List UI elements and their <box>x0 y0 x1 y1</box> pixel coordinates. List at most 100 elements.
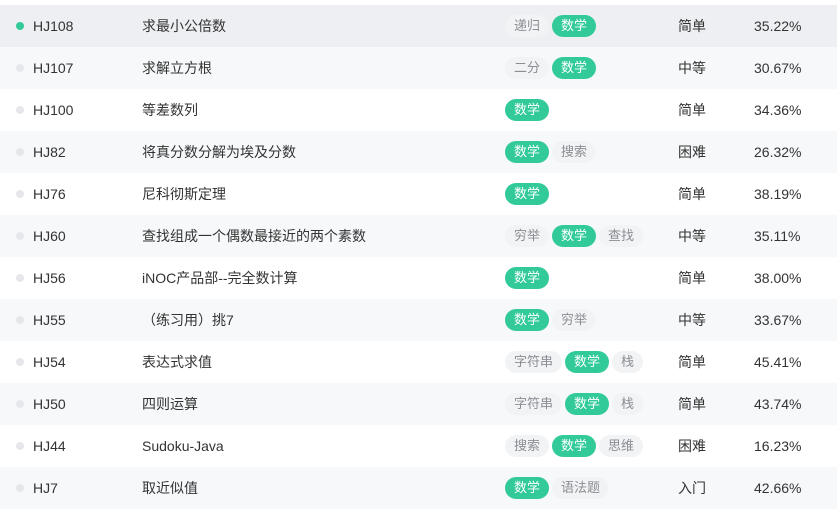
difficulty-label: 简单 <box>678 102 706 118</box>
tag-list: 字符串 数学栈 <box>505 393 644 415</box>
problem-id: HJ7 <box>33 480 58 496</box>
status-dot-icon <box>16 106 24 114</box>
problem-title-link[interactable]: 尼科彻斯定理 <box>142 173 226 215</box>
tag-list: 数学 <box>505 267 550 289</box>
tag-list: 穷举 数学 查找 <box>505 225 644 247</box>
difficulty-label: 简单 <box>678 186 706 202</box>
tag-badge[interactable]: 数学 <box>552 57 597 79</box>
problem-row[interactable]: HJ54 表达式求值 字符串 数学栈 简单 45.41% <box>0 341 837 383</box>
difficulty-label: 简单 <box>678 18 706 34</box>
tag-badge[interactable]: 数学 <box>505 267 550 289</box>
problem-id: HJ55 <box>33 312 66 328</box>
problem-id: HJ82 <box>33 144 66 160</box>
problem-id: HJ50 <box>33 396 66 412</box>
problem-id: HJ56 <box>33 270 66 286</box>
problem-title-link[interactable]: 取近似值 <box>142 467 198 509</box>
tag-badge[interactable]: 数学 <box>505 183 550 205</box>
problem-id: HJ44 <box>33 438 66 454</box>
status-dot-icon <box>16 148 24 156</box>
status-dot-icon <box>16 442 24 450</box>
pass-rate: 30.67% <box>754 60 802 76</box>
tag-badge[interactable]: 数学 <box>552 15 597 37</box>
problem-title-link[interactable]: Sudoku-Java <box>142 425 224 467</box>
status-dot-icon <box>16 232 24 240</box>
difficulty-label: 中等 <box>678 228 706 244</box>
tag-list: 数学 <box>505 183 550 205</box>
problem-id: HJ100 <box>33 102 74 118</box>
status-dot-icon <box>16 484 24 492</box>
tag-badge[interactable]: 栈 <box>612 393 644 415</box>
pass-rate: 43.74% <box>754 396 802 412</box>
difficulty-label: 困难 <box>678 144 706 160</box>
pass-rate: 35.11% <box>754 228 801 244</box>
tag-list: 二分 数学 <box>505 57 597 79</box>
tag-badge[interactable]: 数学 <box>505 141 550 163</box>
problem-title-link[interactable]: （练习用）挑7 <box>142 299 234 341</box>
tag-list: 数学 搜索 <box>505 141 597 163</box>
tag-badge[interactable]: 思维 <box>599 435 644 457</box>
tag-list: 搜索 数学 思维 <box>505 435 644 457</box>
tag-badge[interactable]: 数学 <box>565 393 610 415</box>
tag-badge[interactable]: 搜索 <box>552 141 597 163</box>
problem-title-link[interactable]: 求最小公倍数 <box>142 5 226 47</box>
tag-badge[interactable]: 查找 <box>599 225 644 247</box>
pass-rate: 35.22% <box>754 18 802 34</box>
tag-badge[interactable]: 递归 <box>505 15 550 37</box>
problem-title-link[interactable]: 将真分数分解为埃及分数 <box>142 131 296 173</box>
difficulty-label: 入门 <box>678 480 706 496</box>
tag-badge[interactable]: 数学 <box>505 309 550 331</box>
problem-row[interactable]: HJ107 求解立方根 二分 数学 中等 30.67% <box>0 47 837 89</box>
tag-badge[interactable]: 栈 <box>612 351 644 373</box>
problem-id: HJ107 <box>33 60 74 76</box>
tag-badge[interactable]: 数学 <box>552 225 597 247</box>
pass-rate: 26.32% <box>754 144 802 160</box>
problem-row[interactable]: HJ76 尼科彻斯定理 数学 简单 38.19% <box>0 173 837 215</box>
problem-row[interactable]: HJ60 查找组成一个偶数最接近的两个素数 穷举 数学 查找 中等 35.11% <box>0 215 837 257</box>
problem-title-link[interactable]: 表达式求值 <box>142 341 212 383</box>
difficulty-label: 中等 <box>678 312 706 328</box>
tag-badge[interactable]: 数学 <box>505 477 550 499</box>
problem-row[interactable]: HJ50 四则运算 字符串 数学栈 简单 43.74% <box>0 383 837 425</box>
tag-badge[interactable]: 二分 <box>505 57 550 79</box>
problem-row[interactable]: HJ44 Sudoku-Java 搜索 数学 思维 困难 16.23% <box>0 425 837 467</box>
problem-title-link[interactable]: 求解立方根 <box>142 47 212 89</box>
problem-row[interactable]: HJ55 （练习用）挑7 数学 穷举 中等 33.67% <box>0 299 837 341</box>
difficulty-label: 中等 <box>678 60 706 76</box>
tag-badge[interactable]: 字符串 <box>505 351 563 373</box>
difficulty-label: 简单 <box>678 354 706 370</box>
problem-row[interactable]: HJ100 等差数列 数学 简单 34.36% <box>0 89 837 131</box>
status-dot-icon <box>16 190 24 198</box>
difficulty-label: 困难 <box>678 438 706 454</box>
problem-title-link[interactable]: 查找组成一个偶数最接近的两个素数 <box>142 215 366 257</box>
problem-title-link[interactable]: 等差数列 <box>142 89 198 131</box>
problem-row[interactable]: HJ82 将真分数分解为埃及分数 数学 搜索 困难 26.32% <box>0 131 837 173</box>
tag-badge[interactable]: 数学 <box>505 99 550 121</box>
problem-title-link[interactable]: iNOC产品部--完全数计算 <box>142 257 298 299</box>
status-solved-dot-icon <box>16 22 24 30</box>
problem-id: HJ60 <box>33 228 66 244</box>
tag-badge[interactable]: 数学 <box>565 351 610 373</box>
tag-badge[interactable]: 穷举 <box>552 309 597 331</box>
tag-badge[interactable]: 语法题 <box>552 477 610 499</box>
problem-row[interactable]: HJ108 求最小公倍数 递归 数学 简单 35.22% <box>0 5 837 47</box>
tag-badge[interactable]: 搜索 <box>505 435 550 457</box>
pass-rate: 38.00% <box>754 270 802 286</box>
problem-list: HJ108 求最小公倍数 递归 数学 简单 35.22% HJ107 求解立方根 二分 数学 中等 3… <box>0 0 837 513</box>
problem-row[interactable]: HJ56 iNOC产品部--完全数计算 数学 简单 38.00% <box>0 257 837 299</box>
tag-list: 字符串 数学栈 <box>505 351 644 373</box>
tag-badge[interactable]: 数学 <box>552 435 597 457</box>
tag-list: 数学 穷举 <box>505 309 597 331</box>
problem-row[interactable]: HJ7 取近似值 数学 语法题 入门 42.66% <box>0 467 837 509</box>
pass-rate: 33.67% <box>754 312 802 328</box>
tag-badge[interactable]: 穷举 <box>505 225 550 247</box>
status-dot-icon <box>16 274 24 282</box>
problem-title-link[interactable]: 四则运算 <box>142 383 198 425</box>
problem-id: HJ76 <box>33 186 66 202</box>
pass-rate: 42.66% <box>754 480 802 496</box>
status-dot-icon <box>16 358 24 366</box>
pass-rate: 16.23% <box>754 438 802 454</box>
status-dot-icon <box>16 316 24 324</box>
tag-badge[interactable]: 字符串 <box>505 393 563 415</box>
pass-rate: 34.36% <box>754 102 802 118</box>
status-dot-icon <box>16 64 24 72</box>
